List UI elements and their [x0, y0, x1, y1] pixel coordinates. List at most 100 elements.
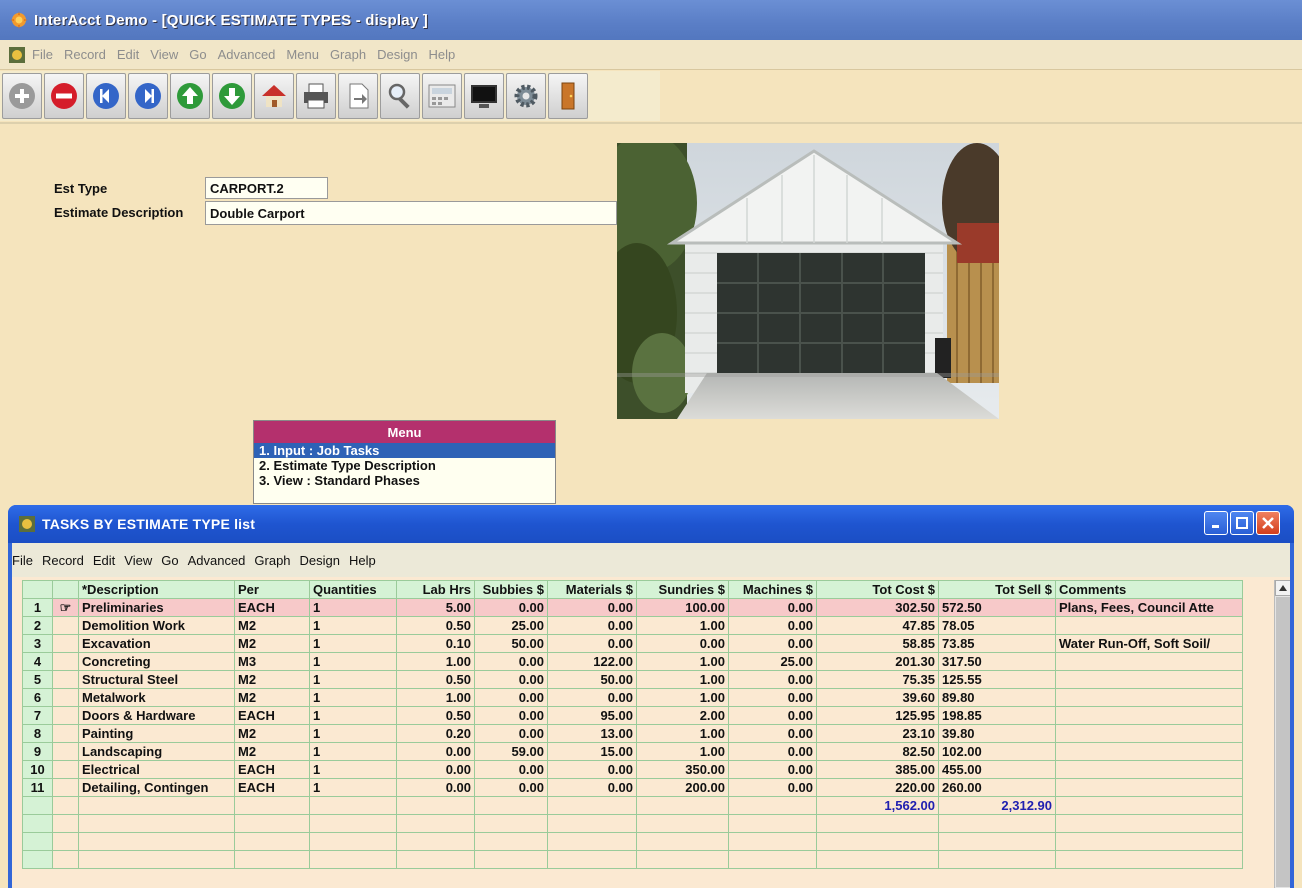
- row-pointer-cell[interactable]: [52, 634, 79, 653]
- app-menu-icon[interactable]: [8, 46, 26, 64]
- table-cell[interactable]: 0.00: [728, 616, 817, 635]
- menu-menu[interactable]: Menu: [286, 47, 319, 62]
- maximize-button[interactable]: [1230, 511, 1254, 535]
- menu-record[interactable]: Record: [64, 47, 106, 62]
- menu-help[interactable]: Help: [429, 47, 456, 62]
- row-pointer-cell[interactable]: [52, 742, 79, 761]
- table-cell[interactable]: 1.00: [636, 688, 729, 707]
- table-cell[interactable]: 0.00: [474, 778, 548, 797]
- table-cell[interactable]: [1055, 706, 1243, 725]
- table-cell[interactable]: Metalwork: [78, 688, 235, 707]
- table-cell[interactable]: 1.00: [636, 652, 729, 671]
- table-cell[interactable]: 89.80: [938, 688, 1056, 707]
- home-button[interactable]: [254, 73, 294, 119]
- table-cell[interactable]: 198.85: [938, 706, 1056, 725]
- exit-button[interactable]: [548, 73, 588, 119]
- table-cell[interactable]: 82.50: [816, 742, 939, 761]
- table-cell[interactable]: [1055, 616, 1243, 635]
- col-header-subbies[interactable]: Subbies $: [474, 580, 548, 599]
- add-record-button[interactable]: [2, 73, 42, 119]
- search-button[interactable]: [380, 73, 420, 119]
- table-cell[interactable]: 572.50: [938, 598, 1056, 617]
- table-cell[interactable]: 102.00: [938, 742, 1056, 761]
- table-cell[interactable]: 0.00: [474, 598, 548, 617]
- menu-view[interactable]: View: [150, 47, 178, 62]
- wmenu-graph[interactable]: Graph: [254, 553, 290, 568]
- wmenu-view[interactable]: View: [124, 553, 152, 568]
- minimize-button[interactable]: [1204, 511, 1228, 535]
- wmenu-file[interactable]: File: [12, 553, 33, 568]
- table-cell[interactable]: 0.00: [396, 760, 475, 779]
- table-cell[interactable]: 1.00: [636, 670, 729, 689]
- table-cell[interactable]: 78.05: [938, 616, 1056, 635]
- table-cell[interactable]: 125.55: [938, 670, 1056, 689]
- estimate-description-field[interactable]: Double Carport: [205, 201, 617, 225]
- table-cell[interactable]: 1: [309, 652, 397, 671]
- table-cell[interactable]: [1055, 778, 1243, 797]
- table-cell[interactable]: Electrical: [78, 760, 235, 779]
- table-cell[interactable]: 0.00: [474, 706, 548, 725]
- row-pointer-cell[interactable]: [52, 778, 79, 797]
- table-cell[interactable]: 0.50: [396, 616, 475, 635]
- print-button[interactable]: [296, 73, 336, 119]
- table-cell[interactable]: Water Run-Off, Soft Soil/: [1055, 634, 1243, 653]
- table-cell[interactable]: 1: [309, 688, 397, 707]
- table-cell[interactable]: 25.00: [474, 616, 548, 635]
- table-cell[interactable]: 2.00: [636, 706, 729, 725]
- table-cell[interactable]: 0.00: [547, 688, 637, 707]
- wmenu-design[interactable]: Design: [300, 553, 340, 568]
- table-cell[interactable]: Preliminaries: [78, 598, 235, 617]
- table-cell[interactable]: 0.00: [396, 742, 475, 761]
- table-cell[interactable]: 0.00: [728, 778, 817, 797]
- table-cell[interactable]: 59.00: [474, 742, 548, 761]
- table-cell[interactable]: 100.00: [636, 598, 729, 617]
- delete-record-button[interactable]: [44, 73, 84, 119]
- table-cell[interactable]: 0.00: [728, 670, 817, 689]
- row-pointer-cell[interactable]: [52, 670, 79, 689]
- col-header-machines[interactable]: Machines $: [728, 580, 817, 599]
- table-cell[interactable]: 0.00: [728, 706, 817, 725]
- table-cell[interactable]: 201.30: [816, 652, 939, 671]
- table-cell[interactable]: 95.00: [547, 706, 637, 725]
- table-row[interactable]: 7 Doors & Hardware EACH 1 0.50 0.00 95.00 2.00 0…: [22, 706, 1243, 725]
- menu-file[interactable]: File: [32, 47, 53, 62]
- table-cell[interactable]: 39.80: [938, 724, 1056, 743]
- table-cell[interactable]: [1055, 688, 1243, 707]
- menu-item-view-standard-phases[interactable]: 3. View : Standard Phases: [254, 473, 555, 488]
- table-cell[interactable]: 220.00: [816, 778, 939, 797]
- table-cell[interactable]: 50.00: [474, 634, 548, 653]
- table-cell[interactable]: 302.50: [816, 598, 939, 617]
- table-cell[interactable]: 1: [309, 598, 397, 617]
- col-header-comments[interactable]: Comments: [1055, 580, 1243, 599]
- table-row[interactable]: 9 Landscaping M2 1 0.00 59.00 15.00 1.00 0.00 82.…: [22, 742, 1243, 761]
- table-cell[interactable]: 39.60: [816, 688, 939, 707]
- table-cell[interactable]: M2: [234, 634, 310, 653]
- table-cell[interactable]: EACH: [234, 598, 310, 617]
- menu-edit[interactable]: Edit: [117, 47, 139, 62]
- table-cell[interactable]: 1: [309, 616, 397, 635]
- table-cell[interactable]: Landscaping: [78, 742, 235, 761]
- table-cell[interactable]: M2: [234, 670, 310, 689]
- table-cell[interactable]: 1: [309, 724, 397, 743]
- col-header-quantities[interactable]: Quantities: [309, 580, 397, 599]
- table-cell[interactable]: Plans, Fees, Council Atte: [1055, 598, 1243, 617]
- table-cell[interactable]: 1.00: [636, 616, 729, 635]
- table-cell[interactable]: 0.00: [474, 760, 548, 779]
- table-cell[interactable]: 1.00: [636, 742, 729, 761]
- table-cell[interactable]: 1: [309, 760, 397, 779]
- table-cell[interactable]: 25.00: [728, 652, 817, 671]
- table-cell[interactable]: [1055, 670, 1243, 689]
- table-cell[interactable]: Doors & Hardware: [78, 706, 235, 725]
- wmenu-go[interactable]: Go: [161, 553, 178, 568]
- table-row[interactable]: 2 Demolition Work M2 1 0.50 25.00 0.00 1.00 0.00…: [22, 616, 1243, 635]
- menu-graph[interactable]: Graph: [330, 47, 366, 62]
- vertical-scrollbar[interactable]: [1274, 580, 1290, 888]
- table-cell[interactable]: EACH: [234, 760, 310, 779]
- table-cell[interactable]: 0.00: [728, 688, 817, 707]
- row-pointer-cell[interactable]: [52, 616, 79, 635]
- table-row[interactable]: 11 Detailing, Contingen EACH 1 0.00 0.00 0.00 2…: [22, 778, 1243, 797]
- table-cell[interactable]: [1055, 724, 1243, 743]
- export-button[interactable]: [338, 73, 378, 119]
- row-pointer-cell[interactable]: [52, 760, 79, 779]
- table-cell[interactable]: 350.00: [636, 760, 729, 779]
